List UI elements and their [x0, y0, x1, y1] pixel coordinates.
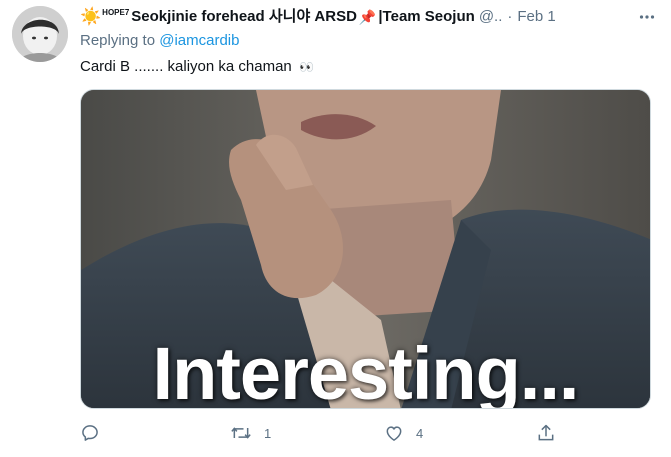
tweet-text-body: Cardi B ....... kaliyon ka chaman	[80, 58, 292, 75]
replying-to-label: Replying to	[80, 32, 156, 49]
header-separator: ·	[507, 8, 513, 25]
replying-to: Replying to @iamcardib	[80, 31, 239, 51]
more-icon[interactable]	[634, 4, 660, 30]
tweet-text: Cardi B ....... kaliyon ka chaman 👀	[80, 57, 314, 77]
avatar-photo	[12, 6, 68, 62]
author-team-text[interactable]: |Team Seojun	[378, 6, 474, 28]
tweet-header: ☀️ HOPE7 Seokjinie forehead 사니야 ARSD 📌 |…	[80, 6, 660, 28]
retweet-icon	[231, 427, 251, 439]
tweet-media[interactable]: Interesting...	[80, 89, 651, 409]
media-caption: Interesting...	[152, 332, 580, 409]
tweet[interactable]: ☀️ HOPE7 Seokjinie forehead 사니야 ARSD 📌 |…	[0, 0, 671, 457]
tweet-actions: 1 4	[80, 420, 640, 446]
author-display-name[interactable]: Seokjinie forehead 사니야 ARSD	[131, 6, 357, 28]
like-count: 4	[416, 425, 424, 441]
retweet-count: 1	[264, 425, 272, 441]
share-button[interactable]	[536, 420, 568, 446]
heart-icon	[386, 426, 402, 441]
avatar[interactable]	[12, 6, 68, 62]
like-button[interactable]: 4	[384, 420, 423, 446]
eyes-emoji: 👀	[298, 60, 314, 74]
share-icon	[538, 424, 554, 441]
sun-icon: ☀️	[80, 7, 102, 26]
reply-icon	[82, 425, 98, 441]
retweet-button[interactable]: 1	[230, 420, 271, 446]
author-handle[interactable]: @..	[479, 6, 503, 28]
reply-button[interactable]	[80, 420, 112, 446]
tweet-date[interactable]: Feb 1	[517, 6, 555, 28]
hope-badge: HOPE7	[102, 8, 130, 17]
reply-mention-link[interactable]: @iamcardib	[159, 32, 239, 49]
pin-icon: 📌	[358, 9, 377, 25]
